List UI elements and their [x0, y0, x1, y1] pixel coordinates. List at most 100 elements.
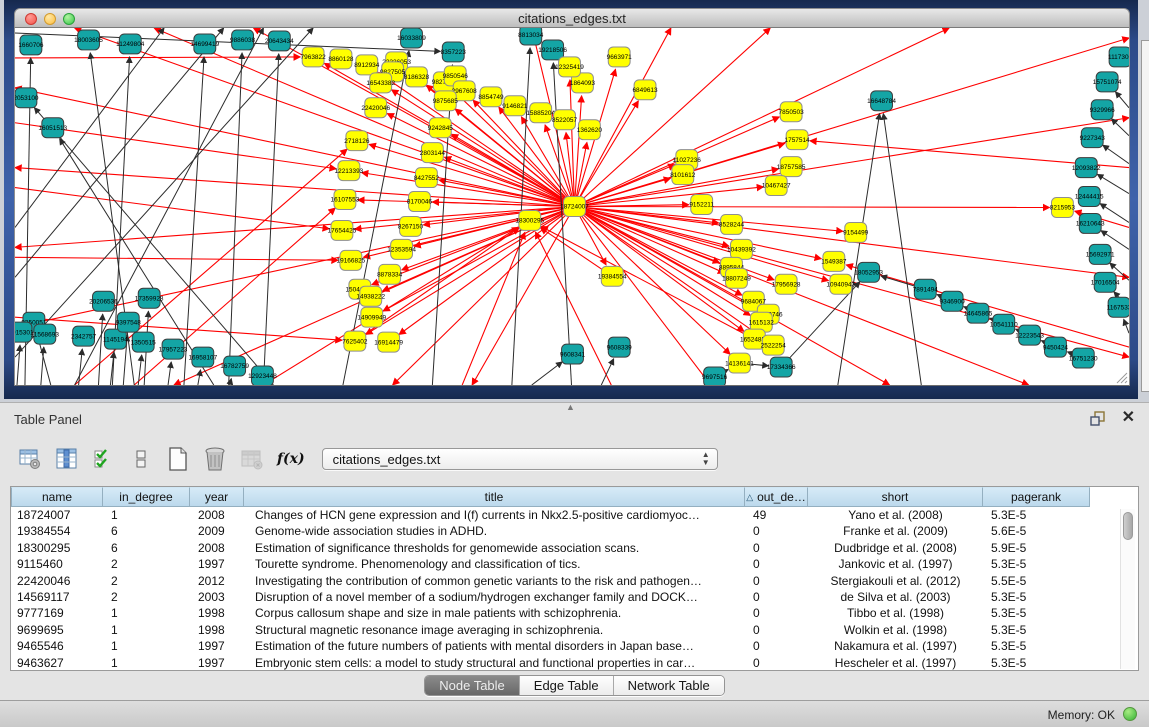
cell-in_degree[interactable]: 1 [103, 605, 190, 621]
network-canvas[interactable]: 1872400718300295166070618003605112498041… [14, 28, 1130, 386]
cell-year[interactable]: 2008 [190, 540, 244, 556]
graph-edge[interactable] [541, 227, 754, 340]
table-select[interactable]: citations_edges.txt ▲▼ [322, 448, 718, 470]
table-mode-icon[interactable] [16, 445, 44, 473]
table-row[interactable]: 911546021997Tourette syndrome. Phenomeno… [11, 556, 1138, 572]
cell-pagerank[interactable]: 5.5E-5 [983, 573, 1090, 589]
cell-short[interactable]: Dudbridge et al. (2008) [808, 540, 983, 556]
cell-title[interactable]: Estimation of significance thresholds fo… [244, 540, 745, 556]
cell-name[interactable]: 19384554 [11, 523, 103, 539]
cell-out_de[interactable]: 0 [745, 638, 808, 654]
zoom-window-button[interactable] [63, 13, 75, 25]
cell-title[interactable]: Estimation of the future numbers of pati… [244, 638, 745, 654]
tab-network-table[interactable]: Network Table [613, 676, 724, 695]
resize-grip-icon[interactable] [1114, 370, 1128, 384]
tab-node-table[interactable]: Node Table [425, 676, 519, 695]
graph-edge[interactable] [574, 207, 1049, 208]
row-height-icon[interactable] [127, 445, 155, 473]
cell-name[interactable]: 9463627 [11, 655, 103, 671]
graph-edge[interactable] [184, 57, 204, 385]
cell-pagerank[interactable]: 5.3E-5 [983, 507, 1090, 523]
delete-table-icon[interactable] [201, 445, 229, 473]
table-row[interactable]: 946362711997Embryonic stem cells: a mode… [11, 655, 1138, 671]
cell-name[interactable]: 9115460 [11, 556, 103, 572]
column-header-pagerank[interactable]: pagerank [983, 487, 1090, 507]
cell-title[interactable]: Changes of HCN gene expression and I(f) … [244, 507, 745, 523]
cell-pagerank[interactable]: 5.3E-5 [983, 638, 1090, 654]
close-window-button[interactable] [25, 13, 37, 25]
cell-year[interactable]: 2008 [190, 507, 244, 523]
cell-in_degree[interactable]: 1 [103, 507, 190, 523]
cell-out_de[interactable]: 0 [745, 540, 808, 556]
graph-edge[interactable] [75, 28, 264, 385]
table-row[interactable]: 977716911998Corpus callosum shape and si… [11, 605, 1138, 621]
vertical-scrollbar[interactable] [1120, 509, 1135, 669]
graph-edge[interactable] [1103, 145, 1129, 163]
cell-pagerank[interactable]: 5.3E-5 [983, 605, 1090, 621]
table-row[interactable]: 1938455462009Genome-wide association stu… [11, 523, 1138, 539]
select-rows-icon[interactable] [90, 445, 118, 473]
cell-in_degree[interactable]: 1 [103, 655, 190, 671]
graph-edge[interactable] [1124, 319, 1129, 333]
function-builder-icon[interactable]: f(x) [275, 445, 307, 473]
cell-name[interactable]: 9699695 [11, 622, 103, 638]
cell-year[interactable]: 2003 [190, 589, 244, 605]
graph-edge[interactable] [1115, 92, 1129, 108]
cell-title[interactable]: Structural magnetic resonance image aver… [244, 622, 745, 638]
show-column-icon[interactable] [53, 445, 81, 473]
cell-title[interactable]: Corpus callosum shape and size in male p… [244, 605, 745, 621]
cell-year[interactable]: 1998 [190, 622, 244, 638]
scrollbar-thumb[interactable] [1123, 512, 1133, 540]
graph-edge[interactable] [168, 362, 171, 385]
cell-title[interactable]: Disruption of a novel member of a sodium… [244, 589, 745, 605]
cell-short[interactable]: Wolkin et al. (1998) [808, 622, 983, 638]
cell-year[interactable]: 2009 [190, 523, 244, 539]
graph-edge[interactable] [98, 314, 102, 385]
cell-title[interactable]: Tourette syndrome. Phenomenology and cla… [244, 556, 745, 572]
graph-edge[interactable] [838, 114, 880, 385]
graph-edge[interactable] [1097, 174, 1129, 193]
cell-name[interactable]: 18724007 [11, 507, 103, 523]
cell-short[interactable]: Jankovic et al. (1997) [808, 556, 983, 572]
column-header-name[interactable]: name [11, 487, 103, 507]
cell-short[interactable]: Nakamura et al. (1997) [808, 638, 983, 654]
cell-in_degree[interactable]: 2 [103, 556, 190, 572]
tab-edge-table[interactable]: Edge Table [519, 676, 613, 695]
cell-name[interactable]: 22420046 [11, 573, 103, 589]
cell-out_de[interactable]: 0 [745, 523, 808, 539]
cell-in_degree[interactable]: 2 [103, 589, 190, 605]
cell-short[interactable]: Franke et al. (2009) [808, 523, 983, 539]
cell-out_de[interactable]: 0 [745, 589, 808, 605]
graph-edge[interactable] [15, 188, 329, 229]
network-canvas-svg[interactable]: 1872400718300295166070618003605112498041… [15, 28, 1129, 385]
cell-short[interactable]: Tibbo et al. (1998) [808, 605, 983, 621]
graph-edge[interactable] [532, 362, 562, 385]
cell-pagerank[interactable]: 5.6E-5 [983, 523, 1090, 539]
cell-out_de[interactable]: 0 [745, 556, 808, 572]
cell-title[interactable]: Genome-wide association studies in ADHD. [244, 523, 745, 539]
cell-out_de[interactable]: 49 [745, 507, 808, 523]
graph-edge[interactable] [17, 345, 20, 385]
float-panel-icon[interactable] [1089, 410, 1107, 428]
cell-short[interactable]: de Silva et al. (2003) [808, 589, 983, 605]
cell-out_de[interactable]: 0 [745, 573, 808, 589]
cell-out_de[interactable]: 0 [745, 605, 808, 621]
cell-short[interactable]: Hescheler et al. (1997) [808, 655, 983, 671]
table-row[interactable]: 969969511998Structural magnetic resonanc… [11, 622, 1138, 638]
graph-edge[interactable] [601, 359, 613, 385]
cell-in_degree[interactable]: 6 [103, 523, 190, 539]
cell-year[interactable]: 1997 [190, 655, 244, 671]
cell-out_de[interactable]: 0 [745, 655, 808, 671]
cell-year[interactable]: 1997 [190, 556, 244, 572]
table-row[interactable]: 1830029562008Estimation of significance … [11, 540, 1138, 556]
graph-edge[interactable] [15, 57, 300, 58]
new-table-icon[interactable] [164, 445, 192, 473]
cell-name[interactable]: 18300295 [11, 540, 103, 556]
cell-title[interactable]: Embryonic stem cells: a model to study s… [244, 655, 745, 671]
cell-year[interactable]: 1998 [190, 605, 244, 621]
cell-pagerank[interactable]: 5.3E-5 [983, 655, 1090, 671]
table-row[interactable]: 2242004622012Investigating the contribut… [11, 573, 1138, 589]
delete-column-icon[interactable] [238, 445, 266, 473]
minimize-window-button[interactable] [44, 13, 56, 25]
graph-edge[interactable] [15, 257, 338, 260]
